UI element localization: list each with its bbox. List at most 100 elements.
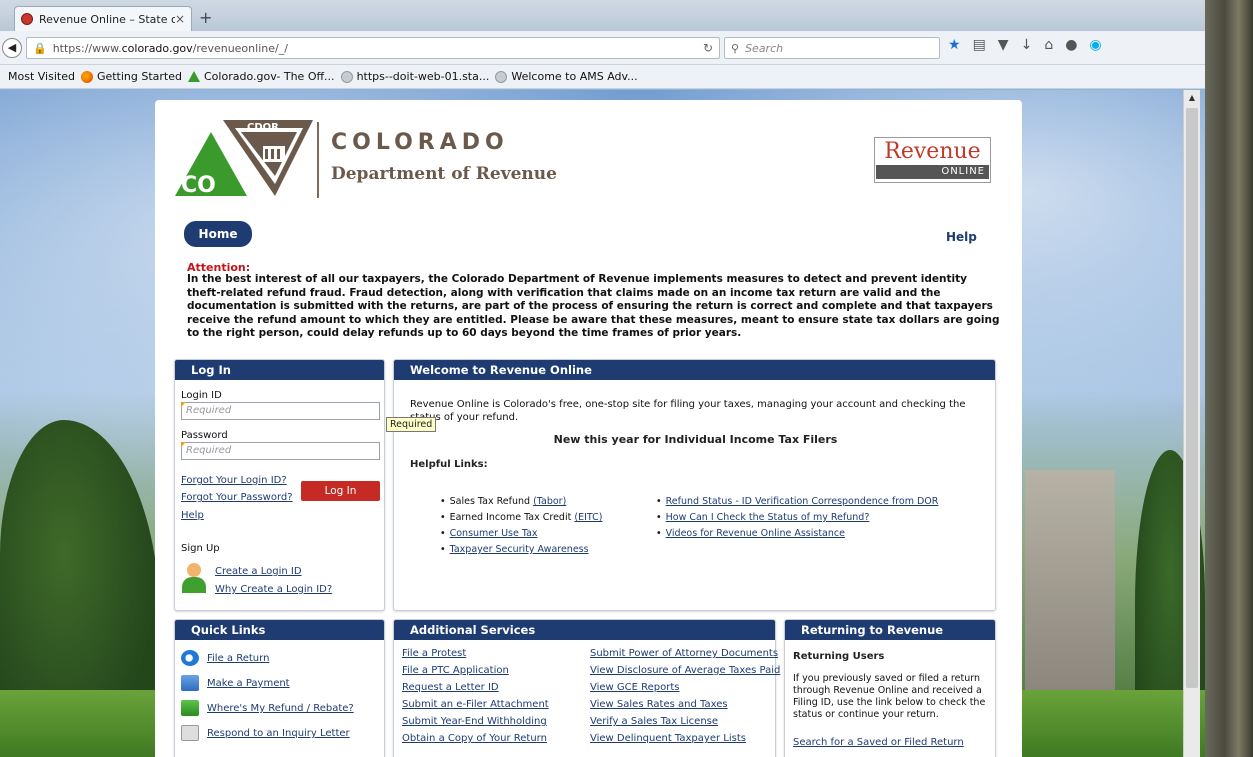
svg-text:CDOR: CDOR [247,122,279,133]
service-gce-reports[interactable]: View GCE Reports [590,682,680,693]
revenue-online-logo: Revenue ONLINE [874,137,991,183]
help-link[interactable]: Help [946,230,977,244]
check-refund-link[interactable]: How Can I Check the Status of my Refund? [666,512,870,523]
login-id-input[interactable]: Required [181,402,380,420]
tab-title: Revenue Online – State of ... [39,12,175,26]
service-average-taxes[interactable]: View Disclosure of Average Taxes Paid [590,665,780,676]
service-request-letter-id[interactable]: Request a Letter ID [402,682,499,693]
helpful-link-videos: • Videos for Revenue Online Assistance [656,528,845,539]
password-label: Password [181,430,228,441]
sign-up-label: Sign Up [181,543,220,554]
forgot-login-id-link[interactable]: Forgot Your Login ID? [181,475,287,486]
globe-icon [495,70,508,83]
globe-icon [340,70,353,83]
colorado-wordmark: COLORADO [331,130,509,155]
tab-close-icon[interactable]: × [175,12,185,26]
bookmarks-list-icon[interactable]: ▤ [973,37,986,53]
returning-panel: Returning to Revenue Online? Returning U… [784,619,996,757]
scrollbar-thumb[interactable] [1186,108,1198,688]
respond-inquiry-letter-link[interactable]: Respond to an Inquiry Letter [207,728,350,739]
reload-icon[interactable]: ↻ [703,41,713,55]
refund-icon [181,700,199,716]
envelope-icon [181,725,199,741]
login-id-label: Login ID [181,390,222,401]
helpful-link-eitc: • Earned Income Tax Credit (EITC) [440,512,603,523]
welcome-intro: Revenue Online is Colorado's free, one-s… [410,399,966,423]
content-card: CDOR CO COLORADO Department of Revenue R… [155,100,1022,757]
forgot-password-link[interactable]: Forgot Your Password? [181,492,293,503]
login-panel: Log In Login ID Required Required Passwo… [174,359,437,611]
returning-users-heading: Returning Users [793,651,885,662]
background-capitol-building [1025,470,1115,690]
chat-icon[interactable]: ● [1065,37,1077,53]
online-logo-word: ONLINE [876,165,989,179]
revenue-logo-word: Revenue [884,139,981,164]
returning-title: Returning to Revenue Online? [785,620,995,657]
browser-tab-active[interactable]: Revenue Online – State of ... × [14,6,192,31]
file-a-return-link[interactable]: File a Return [207,653,269,664]
pocket-icon[interactable]: ▼ [998,37,1009,53]
videos-link[interactable]: Videos for Revenue Online Assistance [666,528,845,539]
bookmark-getting-started[interactable]: Getting Started [80,70,182,83]
search-placeholder: Search [745,41,784,55]
password-input[interactable]: Required [181,442,380,460]
create-login-id-link[interactable]: Create a Login ID [215,566,302,577]
browser-nav-bar: ◀ 🔒 https://www.colorado.gov/revenueonli… [0,31,1253,65]
bookmark-colorado-gov[interactable]: Colorado.gov- The Off... [188,70,335,83]
service-file-protest[interactable]: File a Protest [402,648,466,659]
welcome-panel: Welcome to Revenue Online Revenue Online… [393,359,996,611]
refund-status-link[interactable]: Refund Status - ID Verification Correspo… [666,496,939,507]
additional-services-panel: Additional Services File a Protest File … [393,619,780,757]
lock-icon: 🔒 [33,41,47,55]
service-sales-rates[interactable]: View Sales Rates and Taxes [590,699,728,710]
login-help-link[interactable]: Help [181,510,204,521]
colorado-icon [188,71,200,82]
bookmark-star-icon[interactable]: ★ [948,37,961,53]
scroll-up-arrow-icon[interactable]: ▲ [1184,90,1200,106]
logo-separator [317,122,319,198]
service-ptc-application[interactable]: File a PTC Application [402,665,509,676]
service-copy-of-return[interactable]: Obtain a Copy of Your Return [402,733,547,744]
make-a-payment-link[interactable]: Make a Payment [207,678,290,689]
bookmark-ams[interactable]: Welcome to AMS Adv... [495,70,638,83]
vertical-scrollbar[interactable]: ▲ [1183,90,1200,757]
eitc-link[interactable]: (EITC) [574,512,602,523]
skype-icon[interactable]: ◉ [1089,37,1101,53]
firefox-icon [80,70,93,83]
download-icon[interactable]: ↓ [1021,37,1033,53]
colorado-favicon-icon [21,13,33,25]
why-create-login-id-link[interactable]: Why Create a Login ID? [215,584,332,595]
bookmark-most-visited[interactable]: Most Visited [8,70,75,83]
back-arrow-icon[interactable]: ◀ [2,38,22,58]
home-button[interactable]: Home [184,221,252,247]
service-delinquent-lists[interactable]: View Delinquent Taxpayer Lists [590,733,746,744]
search-saved-return-link[interactable]: Search for a Saved or Filed Return [793,737,964,748]
new-tab-icon[interactable]: + [199,8,212,27]
service-year-end-withholding[interactable]: Submit Year-End Withholding [402,716,547,727]
department-title: Department of Revenue [331,164,557,184]
browser-tab-bar: Revenue Online – State of ... × + [0,0,1253,31]
svg-text:CO: CO [181,173,216,198]
bookmark-doit-web[interactable]: https--doit-web-01.sta... [340,70,489,83]
helpful-link-sales-tax-refund: • Sales Tax Refund (Tabor) [440,496,567,507]
page-viewport: CDOR CO COLORADO Department of Revenue R… [0,90,1205,757]
cdor-logo-icon: CDOR CO [175,120,313,198]
required-tooltip: Required [386,417,437,432]
taxpayer-security-link[interactable]: Taxpayer Security Awareness [450,544,589,555]
quick-links-title: Quick Links [175,620,384,640]
service-verify-license[interactable]: Verify a Sales Tax License [590,716,718,727]
attention-body: In the best interest of all our taxpayer… [187,273,1000,339]
consumer-use-tax-link[interactable]: Consumer Use Tax [450,528,538,539]
browser-search-input[interactable]: ⚲ Search [724,37,940,59]
helpful-link-consumer-use-tax: • Consumer Use Tax [440,528,538,539]
search-icon: ⚲ [731,41,740,55]
login-panel-title: Log In [175,360,384,380]
service-power-of-attorney[interactable]: Submit Power of Attorney Documents [590,648,778,659]
address-bar[interactable]: 🔒 https://www.colorado.gov/revenueonline… [26,37,720,59]
wheres-my-refund-link[interactable]: Where's My Refund / Rebate? [207,703,354,714]
login-button[interactable]: Log In [301,481,380,501]
service-efiler-attachment[interactable]: Submit an e-Filer Attachment [402,699,549,710]
tabor-link[interactable]: (Tabor) [533,496,566,507]
bookmarks-bar: Most Visited Getting Started Colorado.go… [0,65,1253,89]
home-icon[interactable]: ⌂ [1044,37,1053,53]
